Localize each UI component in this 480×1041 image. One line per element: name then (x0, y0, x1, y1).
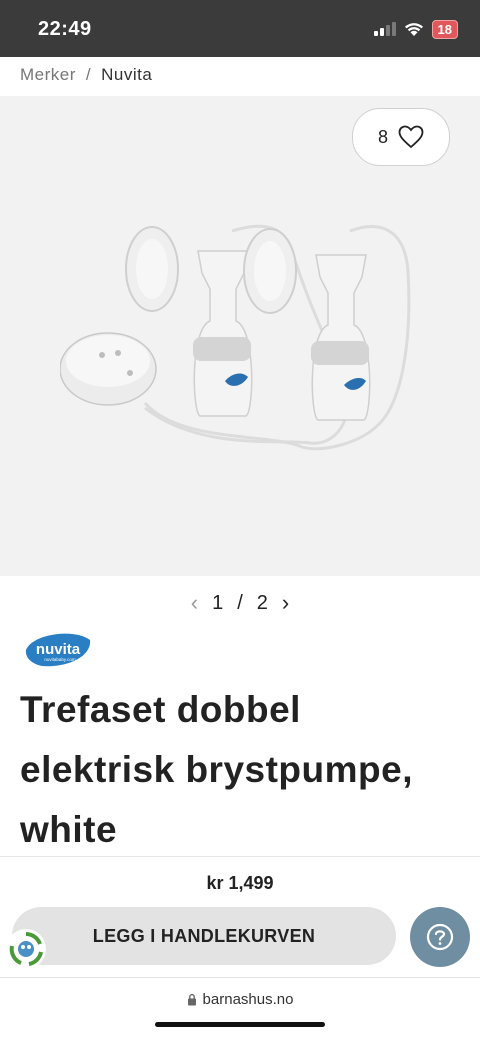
chevron-right-icon[interactable]: › (282, 590, 289, 616)
question-icon (426, 923, 454, 951)
nuvita-logo-mark: nuvita nuvitababy.com (25, 633, 91, 667)
battery-indicator: 18 (431, 19, 458, 39)
heart-icon (398, 125, 424, 149)
breadcrumb-separator: / (85, 65, 92, 84)
pager-current: 1 (212, 591, 224, 614)
product-price: kr 1,499 (206, 873, 274, 893)
breadcrumb-item-merker[interactable]: Merker (20, 65, 76, 85)
cellular-signal-icon (373, 22, 396, 36)
breadcrumb: Merker / Nuvita (20, 65, 152, 85)
purchase-panel: kr 1,499 LEGG I HANDLEKURVEN barnashus.n… (0, 856, 480, 1040)
pager-total: 2 (256, 591, 268, 614)
product-image-breast-pump (60, 224, 411, 451)
lock-icon (187, 993, 196, 1006)
chevron-left-icon[interactable]: ‹ (191, 590, 198, 616)
brand-logo[interactable]: nuvita nuvitababy.com (22, 628, 94, 673)
url-display[interactable]: barnashus.no (0, 991, 480, 1008)
home-indicator (155, 1022, 325, 1027)
wifi-icon (404, 22, 423, 36)
favorite-count: 8 (377, 126, 388, 147)
logo-text: nuvita (36, 641, 81, 658)
breadcrumb-item-nuvita[interactable]: Nuvita (101, 65, 152, 85)
pager-separator: / (237, 591, 243, 614)
gallery-pager: ‹ 1 / 2 › (0, 590, 480, 616)
logo-subtext: nuvitababy.com (44, 657, 75, 662)
browser-url-bar[interactable]: barnashus.no (0, 977, 480, 1041)
status-bar: 22:49 18 (0, 0, 480, 57)
help-button[interactable] (410, 907, 470, 967)
status-time: 22:49 (38, 18, 92, 40)
favorite-button[interactable]: 8 (352, 108, 450, 166)
product-title: Trefaset dobbel elektrisk brystpumpe, wh… (20, 689, 413, 850)
product-image-gallery[interactable]: 8 (0, 96, 480, 576)
add-to-cart-button[interactable]: LEGG I HANDLEKURVEN (12, 907, 396, 965)
url-text: barnashus.no (202, 991, 294, 1008)
recycle-icon (6, 929, 46, 969)
status-icons: 18 (373, 19, 458, 39)
